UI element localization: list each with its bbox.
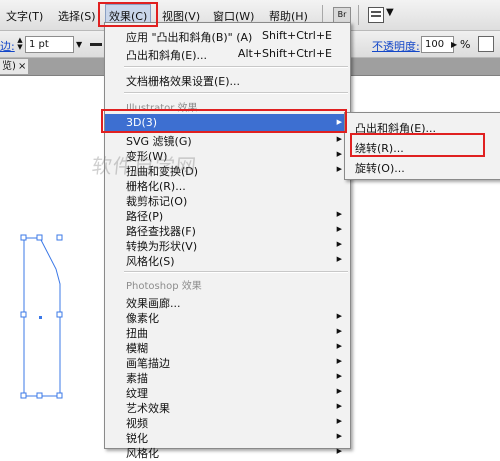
- chevron-right-icon: ▶: [336, 387, 342, 395]
- chevron-right-icon: ▶: [336, 432, 342, 440]
- watermark-text: 软件自学网: [90, 154, 199, 178]
- submenu-item-revolve[interactable]: 绕转(R)...: [345, 138, 500, 156]
- chevron-right-icon: ▶: [336, 118, 342, 126]
- menu-item-3d[interactable]: 3D(3) ▶: [105, 114, 350, 132]
- percent-sign: %: [460, 38, 471, 51]
- chevron-right-icon: ▶: [336, 327, 342, 335]
- stroke-profile-preview[interactable]: [90, 43, 102, 46]
- chevron-right-icon: ▶: [336, 225, 342, 233]
- menu-item-stylize[interactable]: 风格化(S) ▶: [105, 252, 350, 269]
- section-heading-photoshop: Photoshop 效果: [126, 281, 202, 292]
- document-tab-label: 览): [2, 61, 16, 72]
- stroke-weight-field[interactable]: 1 pt: [25, 36, 74, 53]
- menu-separator: [124, 271, 348, 273]
- submenu-3d: 凸出和斜角(E)... 绕转(R)... 旋转(O)...: [344, 112, 500, 180]
- chevron-right-icon: ▶: [336, 312, 342, 320]
- chevron-right-icon: ▶: [336, 447, 342, 455]
- menu-text[interactable]: 文字(T): [6, 8, 43, 24]
- effect-menu: 应用 "凸出和斜角(B)" (A) Shift+Ctrl+E 凸出和斜角(E).…: [104, 22, 351, 460]
- menu-item-label: 应用 "凸出和斜角(B)" (A): [126, 31, 253, 44]
- document-tab[interactable]: 览) ×: [0, 59, 28, 74]
- menu-item-label: 文档栅格效果设置(E)...: [126, 75, 241, 88]
- chevron-down-icon[interactable]: ▼: [76, 40, 82, 49]
- graphic-style-swatch[interactable]: [478, 36, 494, 52]
- menu-item-label: 绕转(R)...: [355, 142, 404, 155]
- chevron-right-icon: ▶: [336, 417, 342, 425]
- chevron-down-icon[interactable]: ▼: [386, 7, 394, 18]
- opacity-label[interactable]: 不透明度:: [372, 38, 420, 54]
- workspace-switcher-icon[interactable]: [368, 7, 384, 23]
- section-heading-illustrator: Illustrator 效果: [126, 103, 198, 114]
- chevron-right-icon: ▶: [336, 165, 342, 173]
- chevron-right-icon[interactable]: ▶: [451, 40, 457, 49]
- chevron-right-icon: ▶: [336, 135, 342, 143]
- chevron-right-icon: ▶: [336, 255, 342, 263]
- chevron-right-icon: ▶: [336, 402, 342, 410]
- menu-item-label: 旋转(O)...: [355, 162, 405, 175]
- chevron-right-icon: ▶: [336, 342, 342, 350]
- stroke-label[interactable]: 边:: [0, 38, 15, 54]
- chevron-right-icon: ▶: [336, 240, 342, 248]
- menu-item-shortcut: Alt+Shift+Ctrl+E: [237, 47, 332, 60]
- menu-separator: [124, 92, 348, 94]
- menu-select[interactable]: 选择(S): [58, 8, 96, 24]
- menu-item-last-effect[interactable]: 凸出和斜角(E)... Alt+Shift+Ctrl+E: [105, 46, 350, 63]
- chevron-right-icon: ▶: [336, 357, 342, 365]
- close-icon[interactable]: ×: [18, 59, 26, 74]
- chevron-right-icon: ▶: [336, 372, 342, 380]
- menu-item-label: 凸出和斜角(E)...: [126, 49, 208, 62]
- menu-item-label: 凸出和斜角(E)...: [355, 122, 437, 135]
- menu-item-shortcut: Shift+Ctrl+E: [262, 29, 332, 42]
- menu-item-apply-last-effect[interactable]: 应用 "凸出和斜角(B)" (A) Shift+Ctrl+E: [105, 28, 350, 45]
- chevron-right-icon: ▶: [336, 210, 342, 218]
- menu-item-label: 3D(3): [126, 116, 158, 129]
- chevron-right-icon: ▶: [336, 150, 342, 158]
- submenu-item-extrude-bevel[interactable]: 凸出和斜角(E)...: [345, 118, 500, 136]
- menu-separator: [124, 66, 348, 68]
- opacity-field[interactable]: 100: [421, 36, 454, 53]
- menu-item-label: 风格化(S): [126, 255, 175, 268]
- menubar-divider: [358, 5, 359, 25]
- bridge-button[interactable]: Br: [333, 7, 351, 23]
- menu-item-document-raster-settings[interactable]: 文档栅格效果设置(E)...: [105, 72, 350, 89]
- submenu-item-rotate[interactable]: 旋转(O)...: [345, 158, 500, 176]
- menu-item-label: 风格化: [126, 447, 159, 460]
- stroke-stepper-icon[interactable]: ▲ ▼: [16, 37, 24, 51]
